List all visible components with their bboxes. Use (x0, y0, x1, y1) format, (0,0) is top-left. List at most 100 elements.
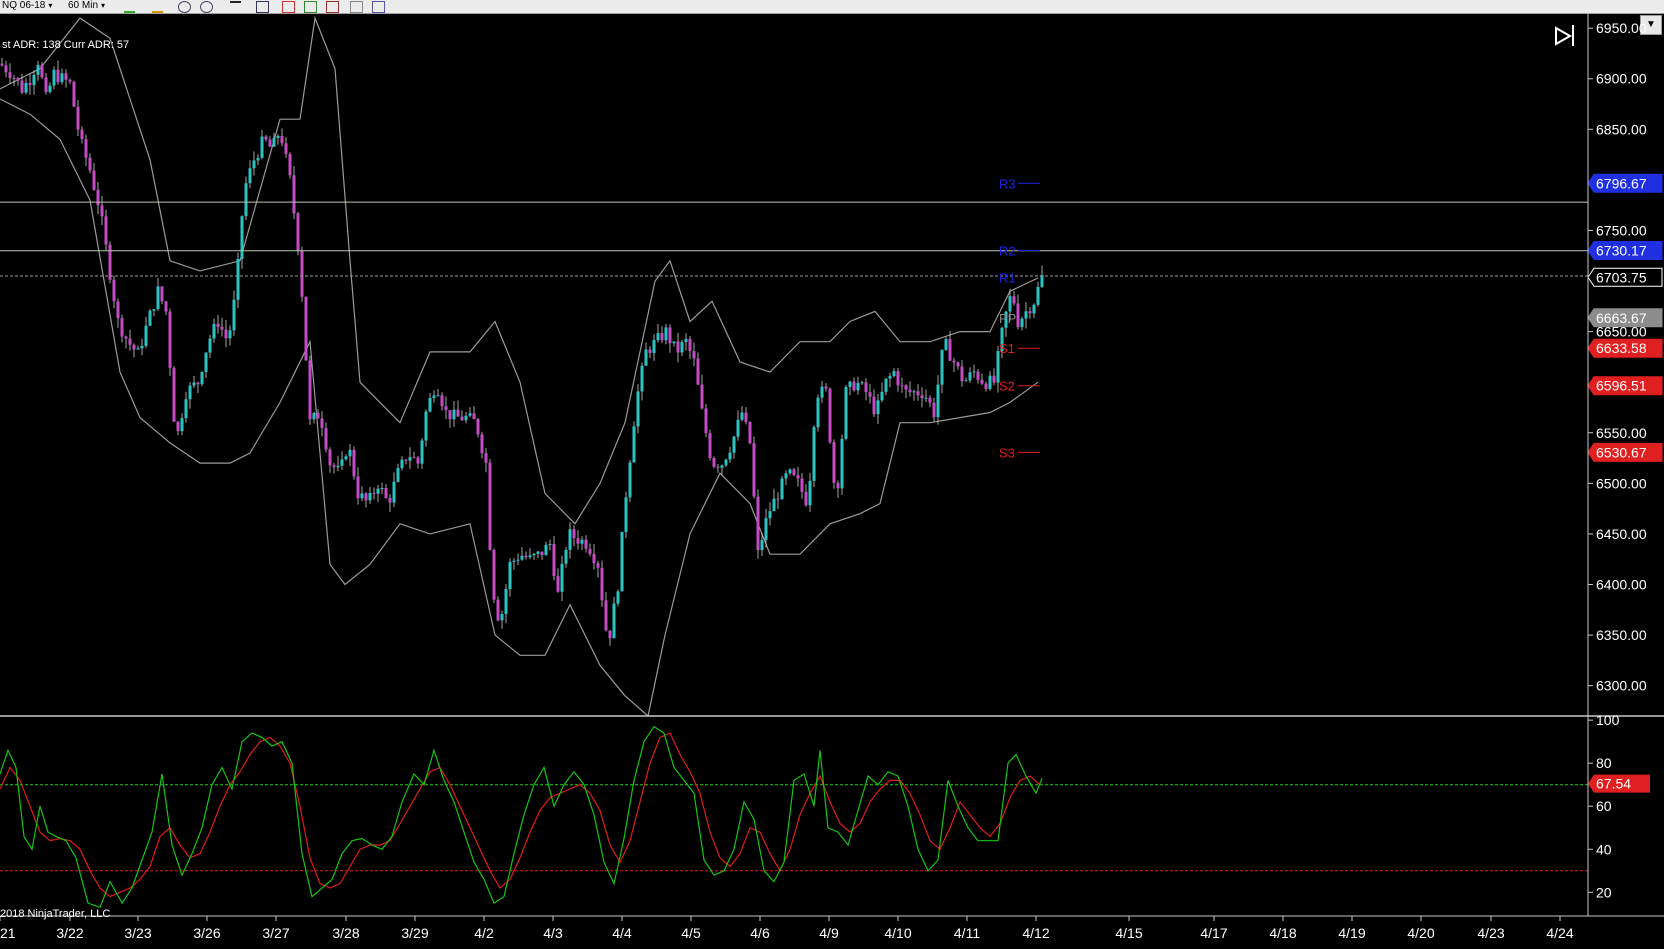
candle-body (136, 348, 140, 350)
x-tick-label: 3/29 (401, 925, 428, 941)
candle-body (716, 466, 720, 468)
candle-body (900, 385, 904, 387)
candle-body (544, 544, 548, 556)
candle-body (52, 69, 56, 86)
pivot-label-r1: R1 (999, 270, 1016, 285)
candle-body (520, 555, 524, 560)
candle-body (856, 383, 860, 391)
candle-body (32, 75, 36, 86)
candle-body (200, 371, 204, 385)
candle-body (640, 365, 644, 392)
candle-body (372, 492, 376, 494)
copyright-text: 2018 NinjaTrader, LLC (0, 908, 110, 920)
candle-body (896, 371, 900, 386)
candle-body (132, 344, 136, 350)
price-marker-value: 6530.67 (1596, 444, 1647, 460)
candle-body (416, 457, 420, 464)
candle-body (956, 362, 960, 367)
candle-body (292, 175, 296, 214)
candle-body (420, 440, 424, 464)
candle-body (88, 157, 92, 171)
candle-body (636, 391, 640, 427)
candlestick-series (0, 57, 1044, 646)
candle-body (1008, 296, 1012, 312)
candle-body (868, 392, 872, 397)
stochastic-k-line (0, 725, 1043, 909)
candle-body (712, 457, 716, 467)
skip-to-end-icon[interactable] (1550, 20, 1580, 48)
candle-body (904, 385, 908, 390)
candle-body (752, 443, 756, 497)
x-tick-label: 4/4 (612, 925, 632, 941)
stoch-tick-label: 60 (1596, 798, 1612, 814)
candle-body (508, 561, 512, 590)
candle-body (604, 600, 608, 631)
candle-body (0, 63, 4, 66)
candle-body (708, 433, 712, 458)
candle-body (272, 137, 276, 147)
candle-body (736, 419, 740, 437)
candle-body (248, 168, 252, 184)
candle-body (240, 216, 244, 259)
candle-body (528, 555, 532, 558)
candle-body (644, 349, 648, 366)
candle-body (260, 136, 264, 158)
candle-body (784, 473, 788, 479)
candle-body (608, 630, 612, 639)
candle-body (400, 459, 404, 469)
candle-body (264, 136, 268, 140)
candle-body (1016, 303, 1020, 328)
candle-body (112, 279, 116, 302)
candle-body (540, 551, 544, 556)
candle-body (772, 498, 776, 512)
candle-body (992, 375, 996, 383)
candle-body (820, 386, 824, 398)
candle-body (584, 539, 588, 549)
candle-body (120, 318, 124, 337)
y-tick-label: 6400.00 (1596, 577, 1647, 593)
candle-body (80, 129, 84, 140)
price-marker-value: 6633.58 (1596, 340, 1647, 356)
stoch-tick-label: 100 (1596, 712, 1620, 728)
price-marker-value: 6796.67 (1596, 175, 1647, 191)
y-tick-label: 6550.00 (1596, 425, 1647, 441)
candle-body (452, 409, 456, 420)
x-tick-label: 4/9 (819, 925, 839, 941)
price-chart[interactable]: R3 6796.67R2 6730.17R1 6703.75PP 6663.67S1 66… (0, 0, 1664, 949)
candle-body (224, 329, 228, 339)
candle-body (184, 399, 188, 419)
candle-body (4, 65, 8, 73)
candle-body (1024, 311, 1028, 319)
price-marker-value: 6596.51 (1596, 378, 1647, 394)
candle-body (8, 72, 12, 78)
candle-body (960, 366, 964, 382)
candle-body (320, 418, 324, 428)
candle-body (696, 358, 700, 385)
candle-body (672, 341, 676, 344)
candle-body (404, 459, 408, 461)
candle-body (48, 85, 52, 93)
candle-body (144, 325, 148, 346)
candle-body (924, 397, 928, 399)
candle-body (700, 384, 704, 409)
x-tick-label: 4/23 (1477, 925, 1504, 941)
x-tick-label: 3/23 (124, 925, 151, 941)
candle-body (764, 518, 768, 541)
x-tick-label: 4/5 (681, 925, 701, 941)
bollinger-bands (0, 15, 1039, 718)
candle-body (216, 323, 220, 327)
candle-body (580, 539, 584, 544)
candle-body (172, 367, 176, 422)
adr-readout: st ADR: 138 Curr ADR: 57 (2, 39, 129, 51)
candle-body (332, 465, 336, 468)
candle-body (228, 330, 232, 339)
candle-body (768, 511, 772, 519)
candle-body (832, 442, 836, 483)
y-tick-label: 6650.00 (1596, 324, 1647, 340)
x-tick-label: 4/6 (750, 925, 770, 941)
candle-body (844, 387, 848, 439)
candle-body (688, 338, 692, 351)
candle-body (620, 531, 624, 592)
y-tick-label: 6850.00 (1596, 121, 1647, 137)
candle-body (976, 371, 980, 380)
